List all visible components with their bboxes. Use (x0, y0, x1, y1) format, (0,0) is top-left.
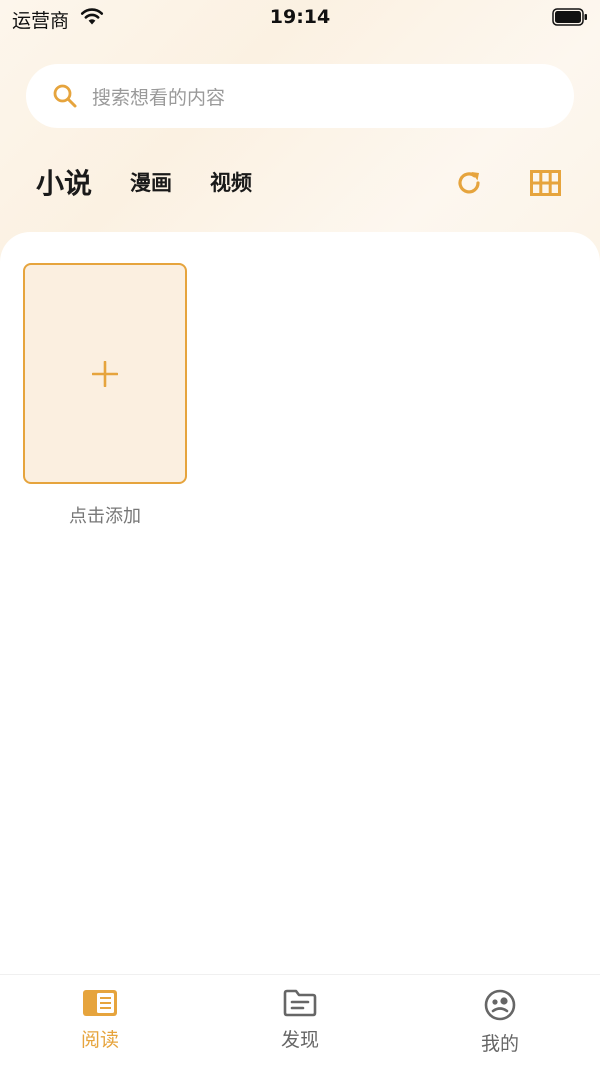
search-input[interactable]: 搜索想看的内容 (92, 83, 225, 110)
plus-icon (92, 360, 118, 387)
tab-comic[interactable]: 漫画 (130, 167, 172, 197)
battery-icon (552, 8, 587, 26)
bottom-tab-bar: 阅读 发现 我的 (0, 974, 600, 1067)
search-icon (53, 84, 77, 108)
tab-video[interactable]: 视频 (210, 167, 252, 197)
grid-view-icon[interactable] (530, 170, 561, 196)
bottom-tab-mine-label: 我的 (480, 1033, 519, 1055)
tab-novel[interactable]: 小说 (36, 162, 92, 202)
book-icon (83, 990, 117, 1016)
clock: 19:14 (269, 6, 331, 28)
bottom-tab-read[interactable]: 阅读 (40, 989, 160, 1052)
profile-icon (484, 989, 516, 1021)
add-book-label: 点击添加 (69, 506, 141, 527)
category-tabs: 小说 漫画 视频 (36, 158, 252, 206)
bottom-tab-discover[interactable]: 发现 (240, 989, 360, 1052)
bookshelf: 点击添加 (0, 232, 600, 974)
refresh-icon[interactable] (454, 168, 484, 198)
add-book-card[interactable] (23, 263, 187, 484)
bottom-tab-mine[interactable]: 我的 (440, 989, 560, 1056)
status-bar: 运营商 19:14 (0, 0, 600, 36)
search-bar[interactable]: 搜索想看的内容 (26, 64, 574, 128)
bottom-tab-discover-label: 发现 (280, 1029, 319, 1051)
folder-icon (283, 989, 317, 1017)
bottom-tab-read-label: 阅读 (80, 1029, 119, 1051)
